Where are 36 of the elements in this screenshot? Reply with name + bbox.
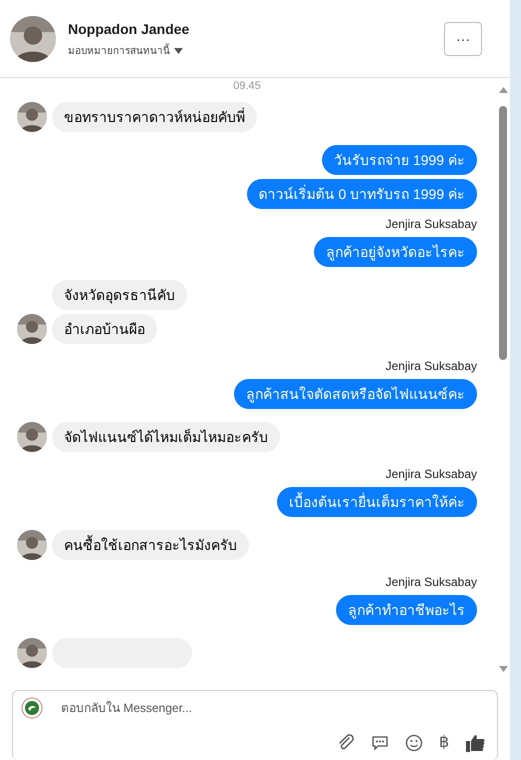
message-bubble: วันรับรถจ่าย 1999 ค่ะ <box>322 145 477 175</box>
avatar <box>17 530 47 560</box>
caret-icon[interactable] <box>174 48 183 54</box>
sender-name: Jenjira Suksabay <box>386 217 477 231</box>
message-bubble: คนซื้อใช้เอกสารอะไรมังครับ <box>52 530 249 560</box>
paperclip-icon[interactable] <box>337 734 355 752</box>
sender-name: Jenjira Suksabay <box>386 467 477 481</box>
thumbs-up-icon[interactable] <box>465 733 485 753</box>
message-bubble: อำเภอบ้านผือ <box>52 314 157 344</box>
assign-conversation-link[interactable]: มอบหมายการสนทนานี้ <box>68 44 170 58</box>
chat-bubble-icon[interactable] <box>371 734 389 752</box>
message-bubble: ดาวน์เริ่มต้น 0 บาทรับรถ 1999 ค่ะ <box>246 179 477 209</box>
avatar <box>17 314 47 344</box>
more-button[interactable]: ··· <box>444 22 482 56</box>
page-logo-icon <box>21 697 43 719</box>
scroll-down-icon[interactable] <box>499 666 508 672</box>
message-bubble: ลูกค้าสนใจตัดสดหรือจัดไฟแนนซ์คะ <box>234 379 477 409</box>
emoji-icon[interactable] <box>405 734 423 752</box>
message-bubble: เบื้องต้นเรายื่นเต็มราคาให้ค่ะ <box>277 487 477 517</box>
avatar <box>10 16 56 62</box>
scroll-up-icon[interactable] <box>499 87 508 93</box>
message-bubble: ขอทราบราคาดาวห์หน่อยคับพี่ <box>52 102 257 132</box>
avatar <box>17 422 47 452</box>
scrollbar-thumb[interactable] <box>499 106 507 360</box>
message-bubble: ลูกค้าอยู่จังหวัดอะไรคะ <box>314 237 477 267</box>
sender-name: Jenjira Suksabay <box>386 575 477 589</box>
contact-name: Noppadon Jandee <box>68 20 190 39</box>
timestamp: 09.45 <box>233 80 261 92</box>
message-bubble: จัดไฟแนนซ์ได้ไหมเต็มไหมอะครับ <box>52 422 280 452</box>
avatar <box>17 102 47 132</box>
avatar <box>17 638 47 668</box>
payment-button[interactable]: ฿ <box>439 735 449 751</box>
reply-field[interactable]: ตอบกลับใน Messenger... ฿ <box>12 690 498 760</box>
message-bubble: ลูกค้าทำอาชีพอะไร <box>336 595 477 625</box>
sender-name: Jenjira Suksabay <box>386 359 477 373</box>
message-bubble: จังหวัดอุดรธานีคับ <box>52 280 187 310</box>
